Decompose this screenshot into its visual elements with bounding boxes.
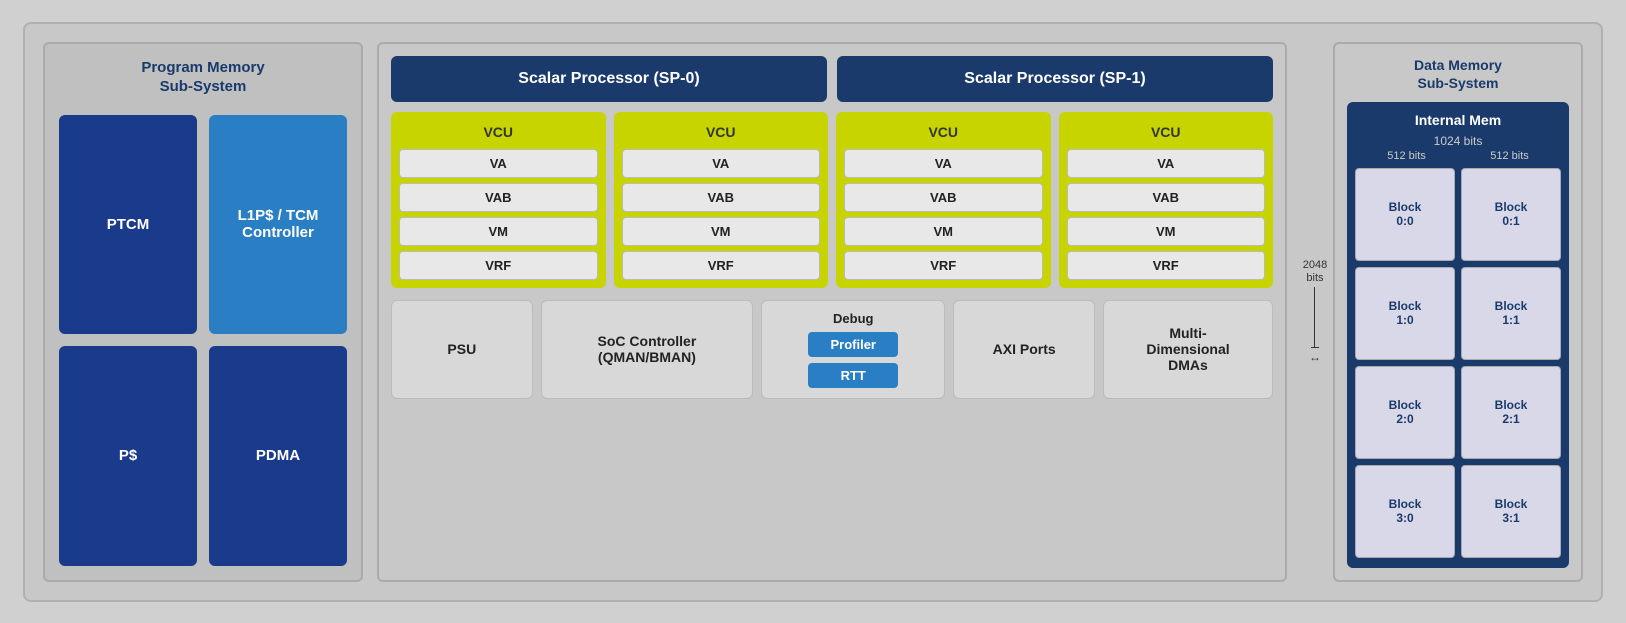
vcu3-vm: VM	[1067, 217, 1266, 246]
vcu0-vrf: VRF	[399, 251, 598, 280]
block-3-1: Block3:1	[1461, 465, 1561, 558]
vcu-header-0: VCU	[399, 120, 598, 144]
left-arrow: ↔	[1309, 350, 1321, 364]
vcu3-va: VA	[1067, 149, 1266, 178]
vcu2-va: VA	[844, 149, 1043, 178]
block-2-0: Block2:0	[1355, 366, 1455, 459]
ptcm-block: PTCM	[59, 115, 197, 335]
vcu2-vm: VM	[844, 217, 1043, 246]
vcu-group-0: VCU VA VAB VM VRF	[391, 112, 606, 288]
bits-2048-container: 2048bits ↔	[1301, 42, 1329, 582]
debug-title: Debug	[833, 311, 873, 326]
vcu-header-1: VCU	[622, 120, 821, 144]
bits-512-left-label: 512 bits	[1387, 150, 1426, 162]
profiler-button[interactable]: Profiler	[808, 332, 898, 357]
bottom-row: PSU SoC Controller(QMAN/BMAN) Debug Prof…	[391, 300, 1273, 399]
psu-block: PSU	[391, 300, 533, 399]
memory-block-grid: Block0:0 Block0:1 Block1:0 Block1:1 Bloc…	[1355, 168, 1561, 558]
pdma-block: PDMA	[209, 346, 347, 566]
vcu1-vrf: VRF	[622, 251, 821, 280]
bits-512-right-label: 512 bits	[1490, 150, 1529, 162]
rtt-button[interactable]: RTT	[808, 363, 898, 388]
vcu1-vab: VAB	[622, 183, 821, 212]
left-blocks-grid: PTCM L1P$ / TCMController P$ PDMA	[59, 115, 347, 566]
block-3-0: Block3:0	[1355, 465, 1455, 558]
processor-area: Scalar Processor (SP-0) Scalar Processor…	[377, 42, 1287, 582]
vcu3-vrf: VRF	[1067, 251, 1266, 280]
vcu2-vrf: VRF	[844, 251, 1043, 280]
debug-block: Debug Profiler RTT	[761, 300, 945, 399]
vcu-header-3: VCU	[1067, 120, 1266, 144]
vcu-group-2: VCU VA VAB VM VRF	[836, 112, 1051, 288]
main-diagram: Program MemorySub-System PTCM L1P$ / TCM…	[23, 22, 1603, 602]
vcu0-vm: VM	[399, 217, 598, 246]
vcu2-vab: VAB	[844, 183, 1043, 212]
vcu-header-2: VCU	[844, 120, 1043, 144]
axi-ports-block: AXI Ports	[953, 300, 1095, 399]
vcu-group-1: VCU VA VAB VM VRF	[614, 112, 829, 288]
program-memory-subsystem: Program MemorySub-System PTCM L1P$ / TCM…	[43, 42, 363, 582]
dma-block: Multi-DimensionalDMAs	[1103, 300, 1273, 399]
bits-2048-label: 2048bits	[1303, 259, 1327, 285]
vcu-group-3: VCU VA VAB VM VRF	[1059, 112, 1274, 288]
scalar-processor-row: Scalar Processor (SP-0) Scalar Processor…	[391, 56, 1273, 102]
soc-controller-block: SoC Controller(QMAN/BMAN)	[541, 300, 754, 399]
sp0-block: Scalar Processor (SP-0)	[391, 56, 827, 102]
vcu3-vab: VAB	[1067, 183, 1266, 212]
vcu0-va: VA	[399, 149, 598, 178]
vcu-row: VCU VA VAB VM VRF VCU VA VAB VM VRF VCU …	[391, 112, 1273, 288]
internal-mem-title: Internal Mem	[1355, 112, 1561, 128]
vcu1-va: VA	[622, 149, 821, 178]
data-memory-subsystem: Data MemorySub-System Internal Mem 1024 …	[1333, 42, 1583, 582]
internal-mem-outer: Internal Mem 1024 bits 512 bits 512 bits…	[1347, 102, 1569, 568]
right-section: 2048bits ↔ Data MemorySub-System Interna…	[1301, 42, 1583, 582]
block-2-1: Block2:1	[1461, 366, 1561, 459]
right-panel-title: Data MemorySub-System	[1347, 56, 1569, 92]
block-1-0: Block1:0	[1355, 267, 1455, 360]
ps-block: P$	[59, 346, 197, 566]
vcu0-vab: VAB	[399, 183, 598, 212]
vcu1-vm: VM	[622, 217, 821, 246]
block-0-1: Block0:1	[1461, 168, 1561, 261]
bits-1024-label: 1024 bits	[1355, 134, 1561, 148]
block-1-1: Block1:1	[1461, 267, 1561, 360]
sp1-block: Scalar Processor (SP-1)	[837, 56, 1273, 102]
bits-512-row: 512 bits 512 bits	[1355, 150, 1561, 162]
l1ps-tcm-block: L1P$ / TCMController	[209, 115, 347, 335]
block-0-0: Block0:0	[1355, 168, 1455, 261]
left-panel-title: Program MemorySub-System	[59, 58, 347, 97]
